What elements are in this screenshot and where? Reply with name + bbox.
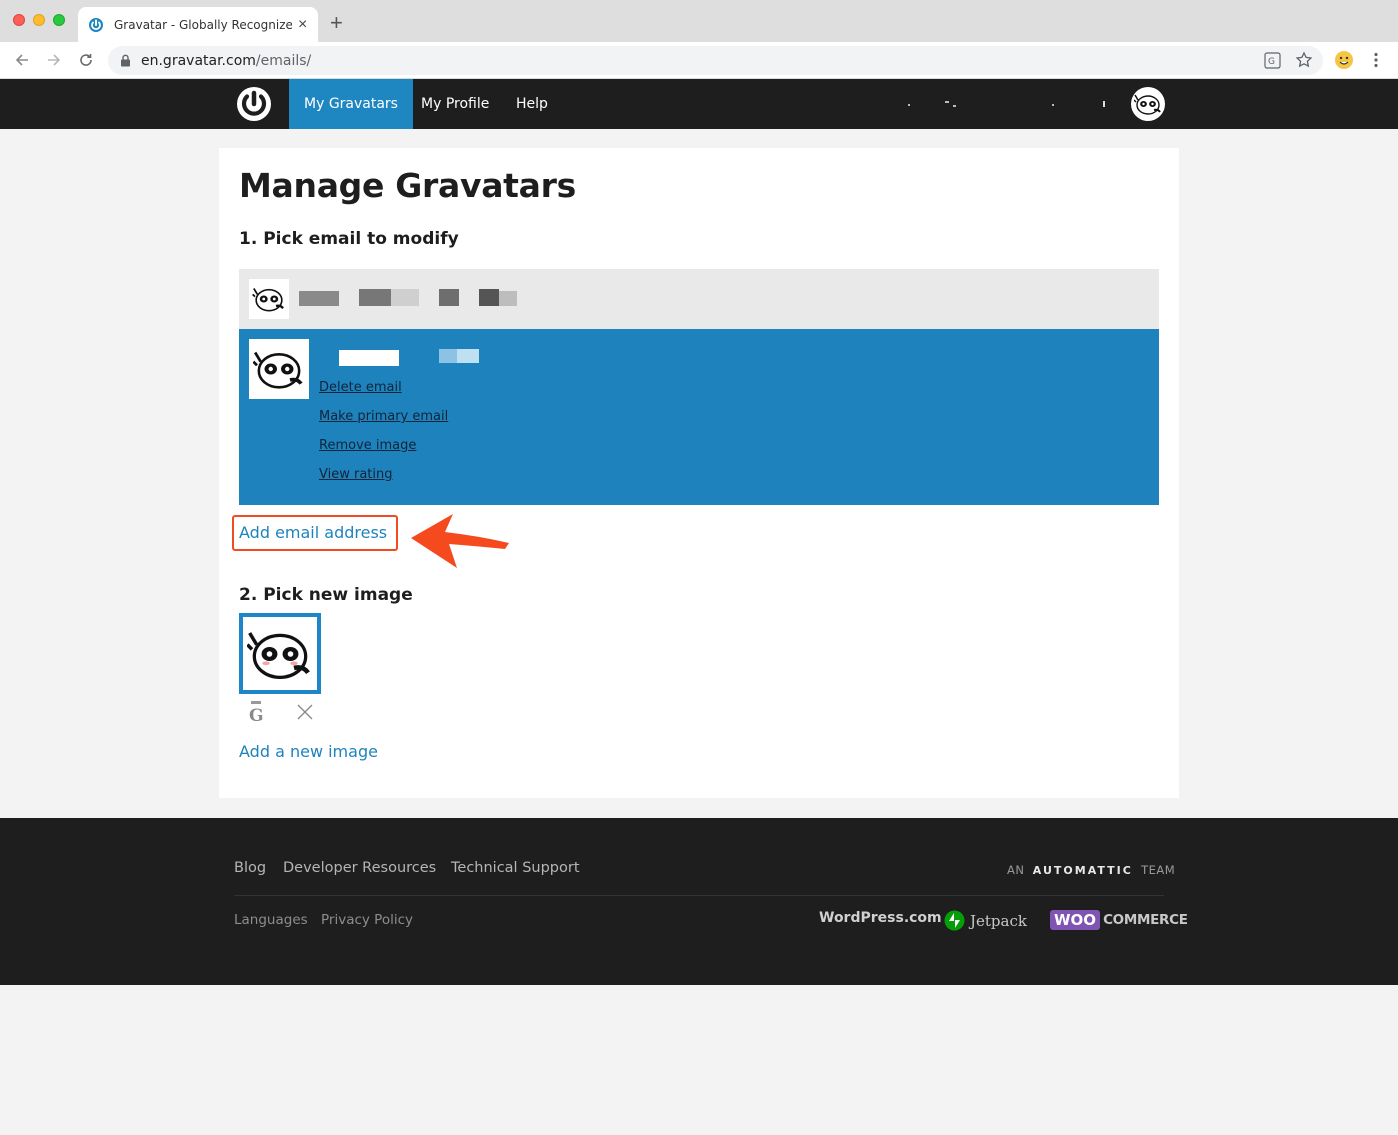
site-header: My Gravatars My Profile Help xyxy=(0,79,1398,129)
selected-image[interactable] xyxy=(239,613,321,694)
callout-arrow-icon xyxy=(411,514,509,568)
nav-help[interactable]: Help xyxy=(501,79,563,129)
nav-my-gravatars[interactable]: My Gravatars xyxy=(289,79,413,129)
add-new-image-link[interactable]: Add a new image xyxy=(239,742,378,761)
reload-icon[interactable] xyxy=(76,50,96,70)
email-thumbnail xyxy=(249,339,309,399)
browser-toolbar: en.gravatar.com/emails/ G xyxy=(0,42,1398,79)
header-avatar[interactable] xyxy=(1131,87,1165,121)
delete-email-link[interactable]: Delete email xyxy=(319,380,402,395)
automattic-team-label[interactable]: AN AUTOMATTIC TEAM xyxy=(1007,863,1175,877)
step2-heading: 2. Pick new image xyxy=(239,585,413,605)
address-bar[interactable]: en.gravatar.com/emails/ xyxy=(108,46,1323,75)
wordpress-com-link[interactable]: WordPress.com xyxy=(819,910,942,926)
footer-link-privacy-policy[interactable]: Privacy Policy xyxy=(321,912,413,928)
panda-avatar-icon xyxy=(1134,94,1161,115)
view-rating-link[interactable]: View rating xyxy=(319,467,393,482)
panda-avatar-icon xyxy=(252,288,284,312)
maximize-window-button[interactable] xyxy=(53,14,65,26)
footer-link-developer-resources[interactable]: Developer Resources xyxy=(283,860,436,876)
browser-tab[interactable]: Gravatar - Globally Recognized × xyxy=(78,7,318,42)
new-tab-button[interactable]: + xyxy=(330,12,343,34)
make-primary-email-link[interactable]: Make primary email xyxy=(319,409,448,424)
nav-my-profile[interactable]: My Profile xyxy=(406,79,504,129)
step1-heading: 1. Pick email to modify xyxy=(239,229,459,249)
profile-avatar-icon[interactable] xyxy=(1334,50,1354,70)
browser-titlebar: Gravatar - Globally Recognized × + xyxy=(0,0,1398,42)
tab-title: Gravatar - Globally Recognized xyxy=(114,17,292,32)
gravatar-favicon-icon xyxy=(89,17,103,32)
redacted-username xyxy=(908,101,1105,107)
manage-gravatars-card: Manage Gravatars 1. Pick email to modify xyxy=(219,148,1179,798)
footer-link-technical-support[interactable]: Technical Support xyxy=(451,860,580,876)
page-title: Manage Gravatars xyxy=(239,166,576,205)
add-email-address-link[interactable]: Add email address xyxy=(239,523,387,542)
gravatar-logo-icon[interactable] xyxy=(236,86,272,122)
site-footer: Blog Developer Resources Technical Suppo… xyxy=(0,818,1398,985)
redacted-email xyxy=(339,349,479,366)
back-arrow-icon[interactable] xyxy=(12,50,32,70)
close-window-button[interactable] xyxy=(13,14,25,26)
image-rating-g-icon[interactable]: G xyxy=(246,701,266,723)
panda-avatar-icon xyxy=(247,631,310,679)
delete-image-close-icon[interactable] xyxy=(294,701,316,723)
woocommerce-link[interactable]: WOO COMMERCE xyxy=(1050,910,1188,930)
email-row-selected[interactable]: Delete email Make primary email Remove i… xyxy=(239,329,1159,505)
email-thumbnail xyxy=(249,279,289,319)
svg-text:G: G xyxy=(1268,57,1275,67)
lock-icon xyxy=(121,54,130,67)
tab-close-icon[interactable]: × xyxy=(298,16,307,34)
url-text: en.gravatar.com/emails/ xyxy=(141,52,312,69)
bookmark-star-icon[interactable] xyxy=(1294,50,1314,70)
jetpack-link[interactable]: Jetpack xyxy=(944,910,1027,931)
svg-text:G: G xyxy=(249,706,264,723)
remove-image-link[interactable]: Remove image xyxy=(319,438,416,453)
panda-avatar-icon xyxy=(253,351,303,389)
translate-icon[interactable]: G xyxy=(1262,50,1282,70)
footer-divider xyxy=(234,895,1164,896)
footer-link-blog[interactable]: Blog xyxy=(234,860,266,876)
forward-arrow-icon[interactable] xyxy=(44,50,64,70)
footer-link-languages[interactable]: Languages xyxy=(234,912,308,928)
woo-logo-badge: WOO xyxy=(1050,910,1101,930)
email-row[interactable] xyxy=(239,269,1159,329)
jetpack-icon xyxy=(944,910,965,931)
redacted-email xyxy=(299,289,517,306)
browser-menu-icon[interactable] xyxy=(1366,50,1386,70)
minimize-window-button[interactable] xyxy=(33,14,45,26)
